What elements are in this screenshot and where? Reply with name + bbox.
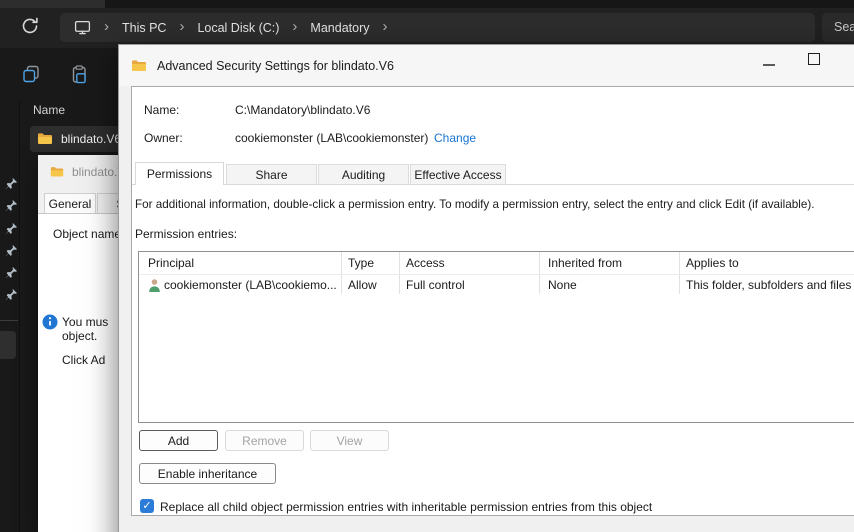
cell-access: Full control (406, 278, 465, 292)
breadcrumb-mandatory[interactable]: Mandatory (310, 21, 369, 35)
copy-icon[interactable] (21, 64, 41, 89)
object-name-label: Object name (53, 227, 122, 241)
info-icon (42, 314, 58, 333)
selected-file-label: blindato.V6 (61, 132, 122, 146)
replace-permissions-checkbox[interactable]: ✓ (140, 499, 154, 513)
chevron-right-icon: › (382, 18, 388, 35)
view-button[interactable]: View (310, 430, 389, 451)
permissions-info-text: For additional information, double-click… (135, 198, 815, 211)
pushpin-icon (5, 266, 18, 279)
tab-share[interactable]: Share (226, 164, 317, 184)
pushpin-icon (5, 222, 18, 235)
explorer-tab-strip (0, 0, 854, 8)
pushpin-icon (5, 288, 18, 301)
owner-value: cookiemonster (LAB\cookiemonster) (235, 131, 429, 145)
dialog-title: Advanced Security Settings for blindato.… (157, 58, 394, 73)
change-owner-link[interactable]: Change (434, 131, 476, 145)
permissions-notice-line3: Click Ad (62, 353, 106, 367)
breadcrumb-this-pc[interactable]: This PC (122, 21, 166, 35)
this-pc-icon (74, 19, 91, 36)
properties-dialog-title: blindato.V (50, 165, 125, 179)
column-divider (399, 252, 400, 294)
permission-entries-label: Permission entries: (135, 227, 238, 241)
pushpin-icon (5, 244, 18, 257)
tab-permissions[interactable]: Permissions (135, 162, 224, 185)
enable-inheritance-button[interactable]: Enable inheritance (139, 463, 276, 484)
permissions-notice-line2: object. (62, 329, 98, 343)
folder-icon (37, 131, 53, 147)
column-header-name[interactable]: Name (33, 103, 65, 117)
tab-effective-access[interactable]: Effective Access (410, 164, 506, 184)
paste-icon[interactable] (69, 64, 89, 89)
owner-label: Owner: (144, 131, 183, 145)
folder-icon (50, 165, 64, 179)
pushpin-icon (5, 199, 18, 212)
cell-principal: cookiemonster (LAB\cookiemo... (164, 278, 337, 292)
nav-section-divider (0, 320, 18, 321)
folder-icon (131, 58, 147, 74)
chevron-right-icon: › (104, 18, 109, 35)
column-divider (679, 252, 680, 294)
cell-type: Allow (348, 278, 377, 292)
cell-inherited-from: None (548, 278, 577, 292)
chevron-right-icon: › (179, 18, 185, 35)
advanced-security-dialog: Advanced Security Settings for blindato.… (118, 44, 854, 532)
column-header-type[interactable]: Type (348, 256, 374, 270)
nav-pane-divider (19, 100, 20, 532)
permissions-notice-line1: You mus (62, 315, 109, 329)
add-button[interactable]: Add (139, 430, 218, 451)
minimize-button[interactable] (763, 64, 775, 66)
nav-selected-item[interactable] (0, 331, 16, 359)
name-label: Name: (144, 103, 180, 117)
column-divider (539, 252, 540, 294)
explorer-active-tab[interactable] (0, 0, 105, 8)
column-header-access[interactable]: Access (406, 256, 445, 270)
pushpin-icon (5, 177, 18, 190)
tab-auditing[interactable]: Auditing (318, 164, 409, 184)
maximize-button[interactable] (808, 53, 820, 65)
desktop-screenshot: › This PC › Local Disk (C:) › Mandatory … (0, 0, 854, 532)
column-header-applies-to[interactable]: Applies to (686, 256, 739, 270)
remove-button[interactable]: Remove (225, 430, 304, 451)
dialog-title-bar: Advanced Security Settings for blindato.… (119, 45, 854, 86)
column-header-principal[interactable]: Principal (148, 256, 194, 270)
tab-general[interactable]: General (44, 193, 96, 214)
refresh-icon[interactable] (20, 16, 40, 36)
column-divider (341, 252, 342, 294)
column-header-inherited-from[interactable]: Inherited from (548, 256, 622, 270)
name-value: C:\Mandatory\blindato.V6 (235, 103, 371, 117)
tab-strip-line (132, 184, 854, 185)
search-input[interactable]: Sea (822, 13, 854, 42)
breadcrumb-local-disk[interactable]: Local Disk (C:) (197, 21, 279, 35)
breadcrumb[interactable]: › This PC › Local Disk (C:) › Mandatory … (60, 13, 815, 42)
chevron-right-icon: › (292, 18, 298, 35)
header-separator (139, 274, 854, 275)
user-avatar-icon (148, 278, 161, 298)
dialog-content-panel: Name: C:\Mandatory\blindato.V6 Owner: co… (131, 86, 854, 516)
permission-entries-table: Principal Type Access Inherited from App… (138, 251, 854, 423)
replace-permissions-label: Replace all child object permission entr… (160, 500, 653, 514)
cell-applies-to: This folder, subfolders and files (686, 278, 852, 292)
